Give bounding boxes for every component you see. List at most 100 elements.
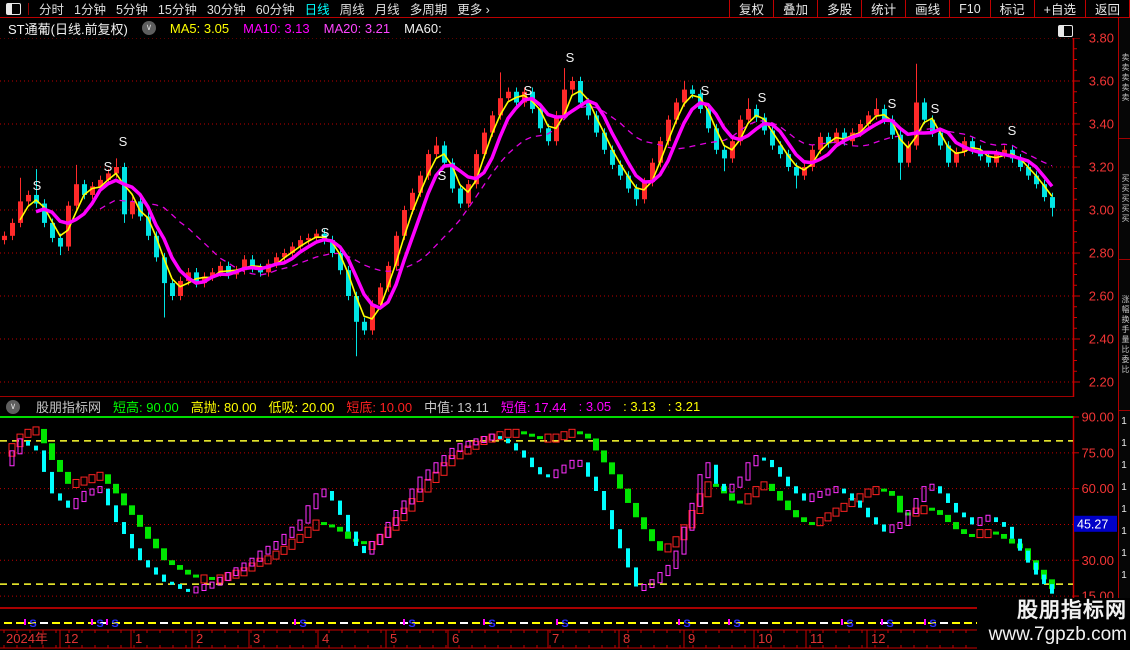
- top-toolbar: 分时 1分钟 5分钟 15分钟 30分钟 60分钟日线周线月线多周期更多 › 复权叠加多股…: [0, 0, 1130, 18]
- svg-text:2.60: 2.60: [1089, 289, 1114, 304]
- svg-text:2.80: 2.80: [1089, 246, 1114, 261]
- toolbar-button-2[interactable]: 多股: [817, 0, 861, 17]
- period-tab-1[interactable]: 1分钟: [74, 0, 106, 18]
- period-tab-7[interactable]: 周线: [340, 0, 365, 18]
- toolbar-button-3[interactable]: 统计: [861, 0, 905, 17]
- ma-label-2: MA20: 3.21: [324, 21, 391, 36]
- toolbar-button-8[interactable]: 返回: [1085, 0, 1130, 17]
- svg-text:S: S: [683, 618, 690, 630]
- svg-text:S: S: [846, 618, 853, 630]
- svg-text:S: S: [299, 618, 306, 630]
- svg-text:2.20: 2.20: [1089, 375, 1114, 390]
- indicator-param-7: : 3.13: [623, 399, 656, 414]
- watermark-url: www.7gpzb.com: [977, 624, 1127, 646]
- svg-text:3.80: 3.80: [1089, 31, 1114, 46]
- svg-text:S: S: [566, 50, 575, 65]
- svg-text:S: S: [96, 618, 103, 630]
- svg-text:2.40: 2.40: [1089, 332, 1114, 347]
- svg-text:45.27: 45.27: [1077, 517, 1108, 531]
- svg-text:9: 9: [688, 631, 695, 646]
- svg-text:60.00: 60.00: [1081, 481, 1114, 496]
- svg-text:10: 10: [758, 631, 772, 646]
- period-tabs: 分时 1分钟 5分钟 15分钟 30分钟 60分钟日线周线月线多周期更多 ›: [0, 0, 490, 18]
- collapsed-side-panel[interactable]: 卖卖卖卖卖买买买买买涨幅换手量比委比1 1 1 1 1 1 1 1: [1118, 18, 1130, 650]
- toolbar-button-1[interactable]: 叠加: [773, 0, 817, 17]
- period-tab-6[interactable]: 日线: [305, 0, 330, 18]
- app-window: { "toolbar": { "left_items": [ {"label":…: [0, 0, 1130, 650]
- toolbar-button-6[interactable]: 标记: [990, 0, 1034, 17]
- indicator-name: 股朋指标网: [36, 397, 101, 416]
- toolbar-actions: 复权叠加多股统计画线F10标记+自选返回: [729, 0, 1130, 17]
- toolbar-button-7[interactable]: +自选: [1034, 0, 1085, 17]
- svg-text:7: 7: [552, 631, 559, 646]
- svg-text:S: S: [886, 618, 893, 630]
- chart-canvas[interactable]: 3.803.603.403.203.002.802.602.402.20SSSS…: [0, 0, 1130, 650]
- svg-text:S: S: [321, 225, 330, 240]
- svg-text:S: S: [758, 90, 767, 105]
- ma-label-3: MA60:: [404, 21, 442, 36]
- svg-text:1: 1: [135, 631, 142, 646]
- svg-text:S: S: [701, 83, 710, 98]
- window-split-icon: [1058, 25, 1073, 37]
- ma-label-0: MA5: 3.05: [170, 21, 229, 36]
- svg-text:S: S: [931, 101, 940, 116]
- period-tab-9[interactable]: 多周期: [410, 0, 448, 18]
- period-tab-0[interactable]: 分时: [39, 0, 64, 18]
- svg-text:3.40: 3.40: [1089, 117, 1114, 132]
- indicator-param-2: 低吸: 20.00: [269, 397, 335, 416]
- svg-text:3.00: 3.00: [1089, 203, 1114, 218]
- period-tab-3[interactable]: 15分钟: [158, 0, 197, 18]
- period-tab-5[interactable]: 60分钟: [256, 0, 295, 18]
- collapse-chevron-icon[interactable]: [6, 400, 20, 414]
- indicator-param-0: 短高: 90.00: [113, 397, 179, 416]
- toolbar-button-4[interactable]: 画线: [905, 0, 949, 17]
- signal-strip: SSSSSSSSSSSS: [4, 618, 1068, 630]
- svg-text:S: S: [33, 178, 42, 193]
- svg-text:S: S: [1008, 123, 1017, 138]
- svg-text:6: 6: [452, 631, 459, 646]
- toolbar-button-5[interactable]: F10: [949, 0, 990, 17]
- main-price-chart: SSSSSSSSSSSS: [2, 50, 1055, 356]
- collapse-chevron-icon[interactable]: [142, 21, 156, 35]
- svg-text:2: 2: [196, 631, 203, 646]
- ma10-line: [36, 99, 1052, 308]
- svg-text:S: S: [524, 83, 533, 98]
- svg-text:4: 4: [322, 631, 329, 646]
- main-gridlines: [0, 38, 1073, 397]
- svg-text:S: S: [119, 134, 128, 149]
- svg-text:S: S: [733, 618, 740, 630]
- period-tab-8[interactable]: 月线: [375, 0, 400, 18]
- svg-text:S: S: [929, 618, 936, 630]
- svg-text:S: S: [438, 168, 447, 183]
- indicator-param-8: : 3.21: [668, 399, 701, 414]
- svg-text:12: 12: [64, 631, 78, 646]
- ma-label-1: MA10: 3.13: [243, 21, 310, 36]
- toolbar-button-0[interactable]: 复权: [729, 0, 773, 17]
- side-strip-text-1: 买买买买买: [1119, 139, 1130, 260]
- svg-text:5: 5: [390, 631, 397, 646]
- title-bar: ST通葡(日线.前复权) MA5: 3.05MA10: 3.13MA20: 3.…: [0, 18, 1080, 38]
- period-tab-10[interactable]: 更多 ›: [457, 0, 490, 18]
- period-tab-2[interactable]: 5分钟: [116, 0, 148, 18]
- svg-text:S: S: [29, 618, 36, 630]
- svg-text:S: S: [888, 96, 897, 111]
- panel-toggle-left[interactable]: [6, 3, 29, 15]
- ma20-dashed-line: [100, 106, 1052, 275]
- svg-text:8: 8: [623, 631, 630, 646]
- indicator-param-4: 中值: 13.11: [424, 397, 489, 416]
- svg-text:90.00: 90.00: [1081, 410, 1114, 425]
- svg-text:3: 3: [253, 631, 260, 646]
- window-split-icon: [6, 3, 21, 15]
- panel-toggle-right[interactable]: [1058, 24, 1073, 42]
- indicator-param-6: : 3.05: [579, 399, 612, 414]
- svg-text:30.00: 30.00: [1081, 553, 1114, 568]
- indicator-header: 股朋指标网 短高: 90.00 高抛: 80.00 低吸: 20.00 短底: 10.…: [0, 397, 1078, 416]
- svg-text:3.20: 3.20: [1089, 160, 1114, 175]
- indicator-param-3: 短底: 10.00: [346, 397, 412, 416]
- svg-text:12: 12: [871, 631, 885, 646]
- indicator-panel: 90.0075.0060.0045.0030.0015.0045.27: [0, 410, 1117, 609]
- indicator-param-1: 高抛: 80.00: [191, 397, 257, 416]
- period-tab-4[interactable]: 30分钟: [207, 0, 246, 18]
- side-strip-text-2: 涨幅换手量比委比: [1119, 260, 1130, 411]
- svg-text:S: S: [561, 618, 568, 630]
